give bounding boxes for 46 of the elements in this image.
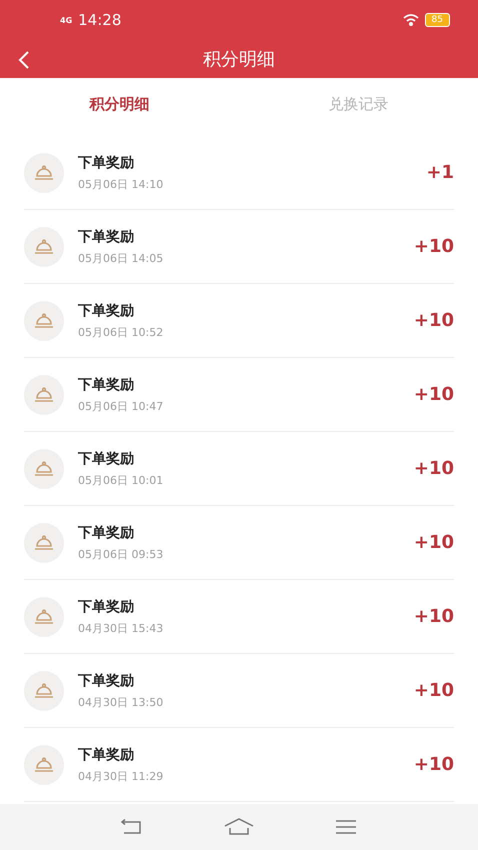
record-time: 04月30日 11:29 xyxy=(78,768,164,784)
wifi-icon xyxy=(402,14,419,26)
record-title: 下单奖励 xyxy=(78,302,135,320)
record-points: +1 xyxy=(426,162,454,183)
page-title: 积分明细 xyxy=(203,48,275,71)
record-title: 下单奖励 xyxy=(78,746,135,764)
record-time: 05月06日 14:10 xyxy=(78,176,164,192)
record-time: 05月06日 10:01 xyxy=(78,472,164,488)
record-time: 05月06日 09:53 xyxy=(78,546,164,562)
cloche-icon xyxy=(34,386,54,402)
return-arrow-icon xyxy=(120,819,144,835)
cloche-icon xyxy=(34,682,54,698)
record-title: 下单奖励 xyxy=(78,524,135,542)
battery-indicator: 85 xyxy=(424,13,450,27)
cloche-icon xyxy=(34,534,54,550)
cloche-icon xyxy=(34,312,54,328)
record-points: +10 xyxy=(414,458,454,479)
record-points: +10 xyxy=(414,532,454,553)
record-title: 下单奖励 xyxy=(78,672,135,690)
record-time: 04月30日 13:50 xyxy=(78,694,164,710)
record-title: 下单奖励 xyxy=(78,450,135,468)
menu-icon xyxy=(334,819,358,835)
clock: 14:28 xyxy=(78,11,122,29)
home-icon xyxy=(224,818,254,836)
cloche-icon xyxy=(34,164,54,180)
record-time: 05月06日 14:05 xyxy=(78,250,164,266)
record-points: +10 xyxy=(414,606,454,627)
record-time: 04月30日 15:43 xyxy=(78,620,164,636)
chevron-left-icon xyxy=(18,50,30,70)
record-title: 下单奖励 xyxy=(78,228,135,246)
cloche-icon xyxy=(34,756,54,772)
network-indicator: 4G xyxy=(60,16,72,24)
cloche-icon xyxy=(34,608,54,624)
record-points: +10 xyxy=(414,384,454,405)
record-points: +10 xyxy=(414,754,454,775)
record-time: 05月06日 10:47 xyxy=(78,398,164,414)
record-title: 下单奖励 xyxy=(78,154,135,172)
record-title: 下单奖励 xyxy=(78,598,135,616)
record-points: +10 xyxy=(414,680,454,701)
record-points: +10 xyxy=(414,236,454,257)
record-time: 05月06日 10:52 xyxy=(78,324,164,340)
cloche-icon xyxy=(34,238,54,254)
record-points: +10 xyxy=(414,310,454,331)
record-title: 下单奖励 xyxy=(78,376,135,394)
cloche-icon xyxy=(34,460,54,476)
tab[interactable]: 积分明细 xyxy=(0,94,239,114)
